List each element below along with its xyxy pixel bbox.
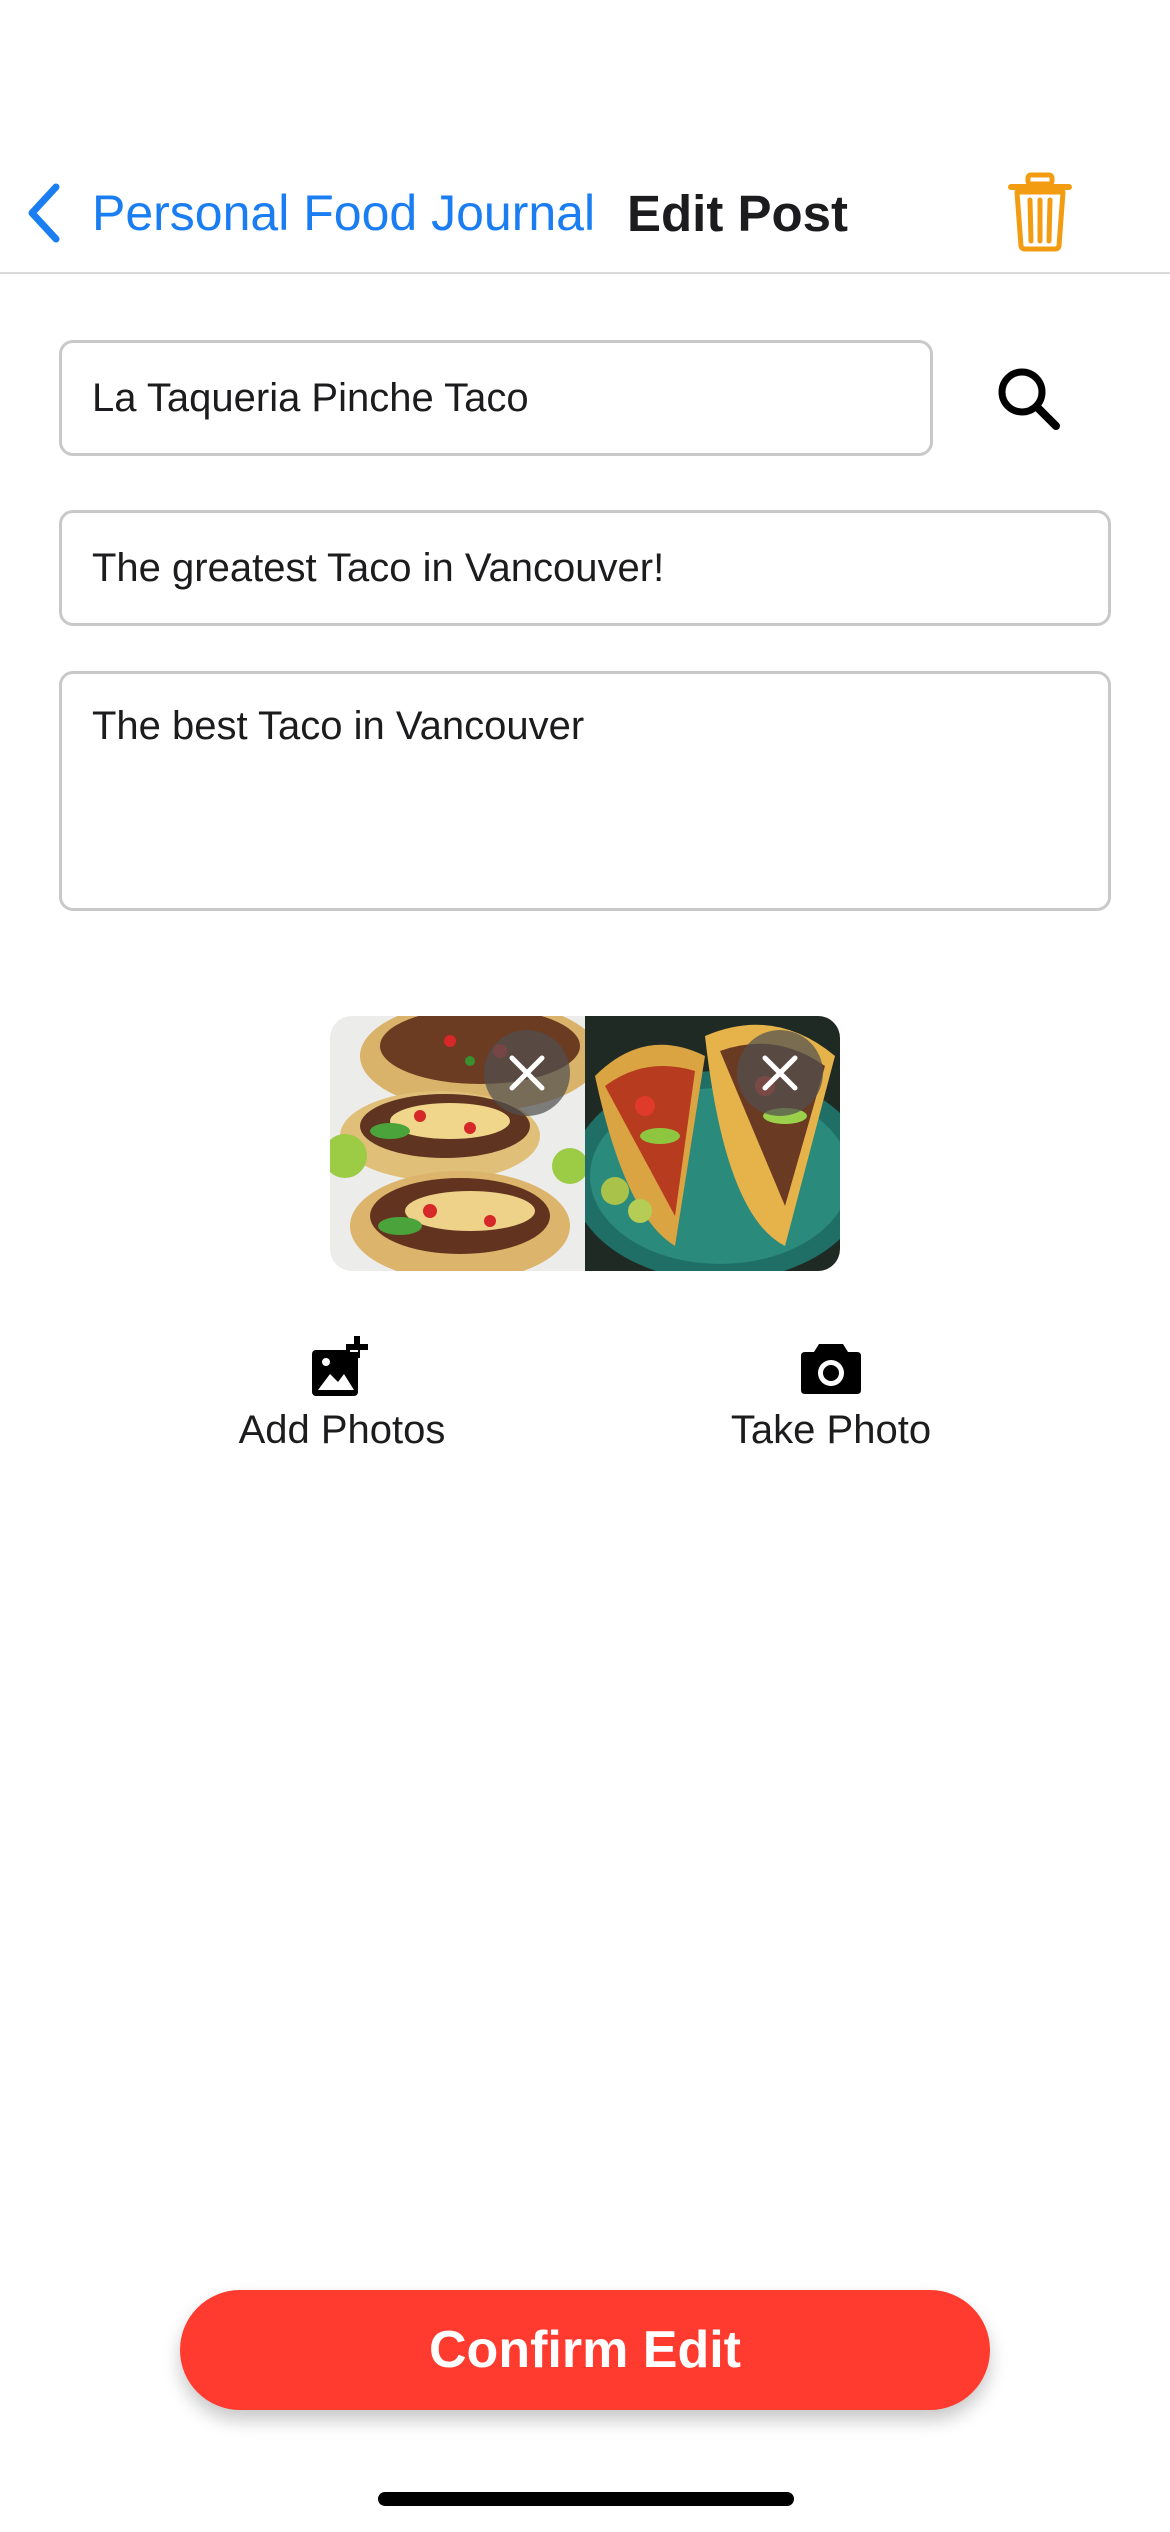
back-button-label: Personal Food Journal bbox=[92, 185, 596, 241]
photo-thumbnail[interactable] bbox=[330, 1016, 585, 1271]
photo-thumbnail[interactable] bbox=[585, 1016, 840, 1271]
remove-photo-button[interactable] bbox=[484, 1030, 570, 1116]
take-photo-label: Take Photo bbox=[730, 1408, 932, 1452]
chevron-left-icon bbox=[22, 181, 66, 245]
add-photo-icon bbox=[312, 1336, 368, 1396]
home-indicator bbox=[378, 2492, 794, 2506]
post-title-field[interactable]: The greatest Taco in Vancouver! bbox=[59, 510, 1111, 626]
page-title: Edit Post bbox=[627, 184, 849, 242]
close-icon bbox=[509, 1055, 545, 1091]
post-description-field[interactable]: The best Taco in Vancouver bbox=[59, 671, 1111, 911]
remove-photo-button[interactable] bbox=[737, 1030, 823, 1116]
search-place-button[interactable] bbox=[994, 364, 1064, 434]
photo-gallery bbox=[330, 1016, 840, 1271]
trash-icon bbox=[1008, 172, 1072, 252]
search-icon bbox=[998, 368, 1060, 430]
place-name-field[interactable]: La Taqueria Pinche Taco bbox=[59, 340, 933, 456]
camera-icon bbox=[801, 1344, 861, 1394]
take-photo-button[interactable]: Take Photo bbox=[711, 1336, 951, 1453]
delete-post-button[interactable] bbox=[1008, 172, 1072, 252]
back-button[interactable]: Personal Food Journal bbox=[22, 178, 595, 248]
confirm-edit-button[interactable]: Confirm Edit bbox=[180, 2290, 990, 2410]
navigation-bar: Personal Food Journal Edit Post bbox=[0, 150, 1170, 274]
close-icon bbox=[762, 1055, 798, 1091]
add-photos-button[interactable]: Add Photos bbox=[222, 1336, 462, 1453]
edit-post-screen: Personal Food Journal Edit Post La Taque… bbox=[0, 0, 1170, 2532]
add-photos-label: Add Photos bbox=[238, 1408, 446, 1452]
